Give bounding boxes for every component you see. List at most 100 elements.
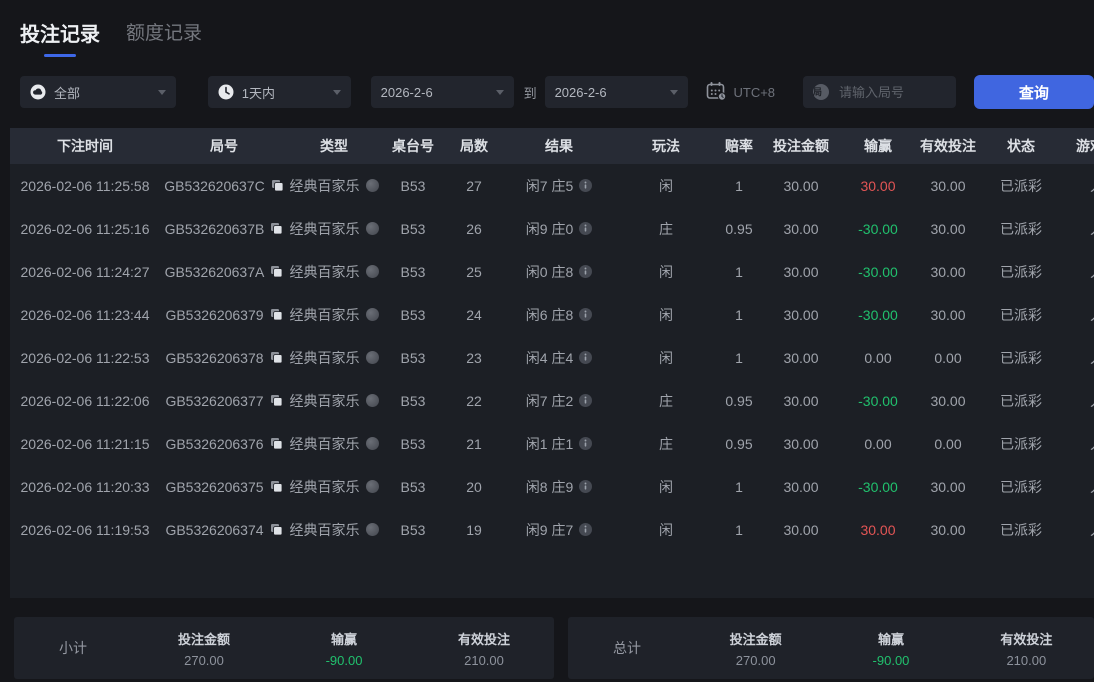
cell-bet: 30.00 <box>783 177 819 194</box>
cell-round_no: 20 <box>466 478 482 495</box>
game-type-icon <box>365 265 379 278</box>
game-type-icon <box>365 179 379 192</box>
cell-round_id: GB532620637A <box>160 264 288 280</box>
cell-winloss: -30.00 <box>858 392 898 409</box>
tab-quota-records[interactable]: 额度记录 <box>126 18 202 45</box>
info-icon[interactable] <box>579 437 593 450</box>
info-icon[interactable] <box>579 394 593 407</box>
copy-icon[interactable] <box>270 351 283 364</box>
column-header-bet: 投注金额 <box>773 138 829 154</box>
info-icon[interactable] <box>579 351 593 364</box>
total-card: 总计 投注金额 270.00 输赢 -90.00 有效投注 210.00 <box>568 617 1094 679</box>
cell-table_id: B53 <box>400 392 426 409</box>
cell-round_no: 21 <box>466 435 482 452</box>
column-header-valid: 有效投注 <box>920 138 976 154</box>
copy-icon[interactable] <box>270 265 283 278</box>
copy-icon[interactable] <box>270 308 283 321</box>
cell-play: 闲 <box>659 177 673 194</box>
cell-table_id: B53 <box>400 306 426 323</box>
round-number-icon: 局 <box>813 84 830 100</box>
tab-bet-records[interactable]: 投注记录 <box>20 18 100 57</box>
round-number-input[interactable] <box>837 83 942 101</box>
cell-mode: 入座 <box>1062 348 1094 368</box>
to-label: 到 <box>523 85 537 101</box>
date-from-value: 2026-2-6 <box>380 84 433 100</box>
cell-time: 2026-02-06 11:22:53 <box>20 349 150 366</box>
total-winloss: 输赢 -90.00 <box>872 631 910 668</box>
cell-bet: 30.00 <box>783 435 819 452</box>
column-header-round_id: 局号 <box>210 138 238 154</box>
game-type-icon <box>365 308 379 321</box>
game-type-select[interactable]: 全部 <box>20 76 176 108</box>
cell-time: 2026-02-06 11:20:33 <box>20 478 150 495</box>
cell-result: 闲1 庄1 <box>502 434 616 454</box>
table-row: 2026-02-06 11:21:15 GB5326206376 经典百家乐 B53 2… <box>10 422 1094 465</box>
copy-icon[interactable] <box>270 523 283 536</box>
cell-round_id: GB5326206378 <box>160 350 288 366</box>
cell-result: 闲6 庄8 <box>502 305 616 325</box>
game-type-value: 全部 <box>54 85 81 101</box>
info-icon[interactable] <box>579 265 593 278</box>
cell-winloss: -30.00 <box>858 220 898 237</box>
cell-time: 2026-02-06 11:22:06 <box>20 392 150 409</box>
table-row: 2026-02-06 11:20:33 GB5326206375 经典百家乐 B53 2… <box>10 465 1094 508</box>
copy-icon[interactable] <box>270 437 283 450</box>
cell-bet: 30.00 <box>783 392 819 409</box>
info-icon[interactable] <box>579 222 593 235</box>
cell-status: 已派彩 <box>1000 263 1042 280</box>
cell-round_no: 24 <box>466 306 482 323</box>
column-header-table_id: 桌台号 <box>392 138 434 154</box>
column-header-play: 玩法 <box>652 138 680 154</box>
cell-status: 已派彩 <box>1000 177 1042 194</box>
cell-type: 经典百家乐 <box>288 477 380 497</box>
cell-status: 已派彩 <box>1000 435 1042 452</box>
copy-icon[interactable] <box>270 480 283 493</box>
cell-mode: 入座 <box>1062 219 1094 239</box>
cell-status: 已派彩 <box>1000 306 1042 323</box>
tab-quota-records-label: 额度记录 <box>126 23 203 44</box>
cell-bet: 30.00 <box>783 220 819 237</box>
cell-valid: 0.00 <box>934 349 962 366</box>
copy-icon[interactable] <box>271 179 284 192</box>
cell-type: 经典百家乐 <box>288 176 380 196</box>
chevron-down-icon <box>669 89 678 95</box>
date-from-select[interactable]: 2026-2-6 <box>370 76 514 108</box>
cell-mode: 入座 <box>1062 520 1094 540</box>
timezone-label: UTC+8 <box>733 84 776 100</box>
cell-status: 已派彩 <box>1000 220 1042 237</box>
table-body: 2026-02-06 11:25:58 GB532620637C 经典百家乐 B53 2… <box>10 164 1094 551</box>
info-icon[interactable] <box>579 523 593 536</box>
date-to-select[interactable]: 2026-2-6 <box>544 76 688 108</box>
cell-winloss: 0.00 <box>864 349 892 366</box>
records-table: 下注时间局号类型桌台号局数结果玩法赔率投注金额输赢有效投注状态游戏模式 2026… <box>10 128 1094 598</box>
cell-type: 经典百家乐 <box>288 219 380 239</box>
cell-odds: 1 <box>735 478 743 495</box>
info-icon[interactable] <box>579 308 593 321</box>
time-range-value: 1天内 <box>241 85 275 101</box>
cell-valid: 30.00 <box>930 478 966 495</box>
cell-table_id: B53 <box>400 263 426 280</box>
cell-odds: 1 <box>735 521 743 538</box>
cell-play: 闲 <box>659 349 673 366</box>
game-type-icon <box>365 480 379 493</box>
cell-round_id: GB532620637C <box>160 178 288 194</box>
search-button[interactable]: 查询 <box>973 75 1094 109</box>
cell-table_id: B53 <box>400 435 426 452</box>
cell-status: 已派彩 <box>1000 392 1042 409</box>
timezone-indicator: UTC+8 <box>706 81 776 104</box>
table-header-row: 下注时间 局号 类型 桌台号 局数 结果 玩法 赔率 投注金额 输赢 有效投注 状态 游戏模式 <box>10 128 1094 164</box>
cell-bet: 30.00 <box>783 263 819 280</box>
info-icon[interactable] <box>579 480 593 493</box>
cell-mode: 入座 <box>1062 391 1094 411</box>
column-header-round_no: 局数 <box>460 138 488 154</box>
cell-odds: 0.95 <box>725 392 753 409</box>
table-row: 2026-02-06 11:19:53 GB5326206374 经典百家乐 B53 1… <box>10 508 1094 551</box>
cell-bet: 30.00 <box>783 306 819 323</box>
cell-play: 闲 <box>659 263 673 280</box>
game-type-icon <box>365 351 379 364</box>
copy-icon[interactable] <box>270 222 283 235</box>
time-range-select[interactable]: 1天内 <box>207 76 351 108</box>
cell-result: 闲4 庄4 <box>502 348 616 368</box>
info-icon[interactable] <box>579 179 593 192</box>
copy-icon[interactable] <box>270 394 283 407</box>
